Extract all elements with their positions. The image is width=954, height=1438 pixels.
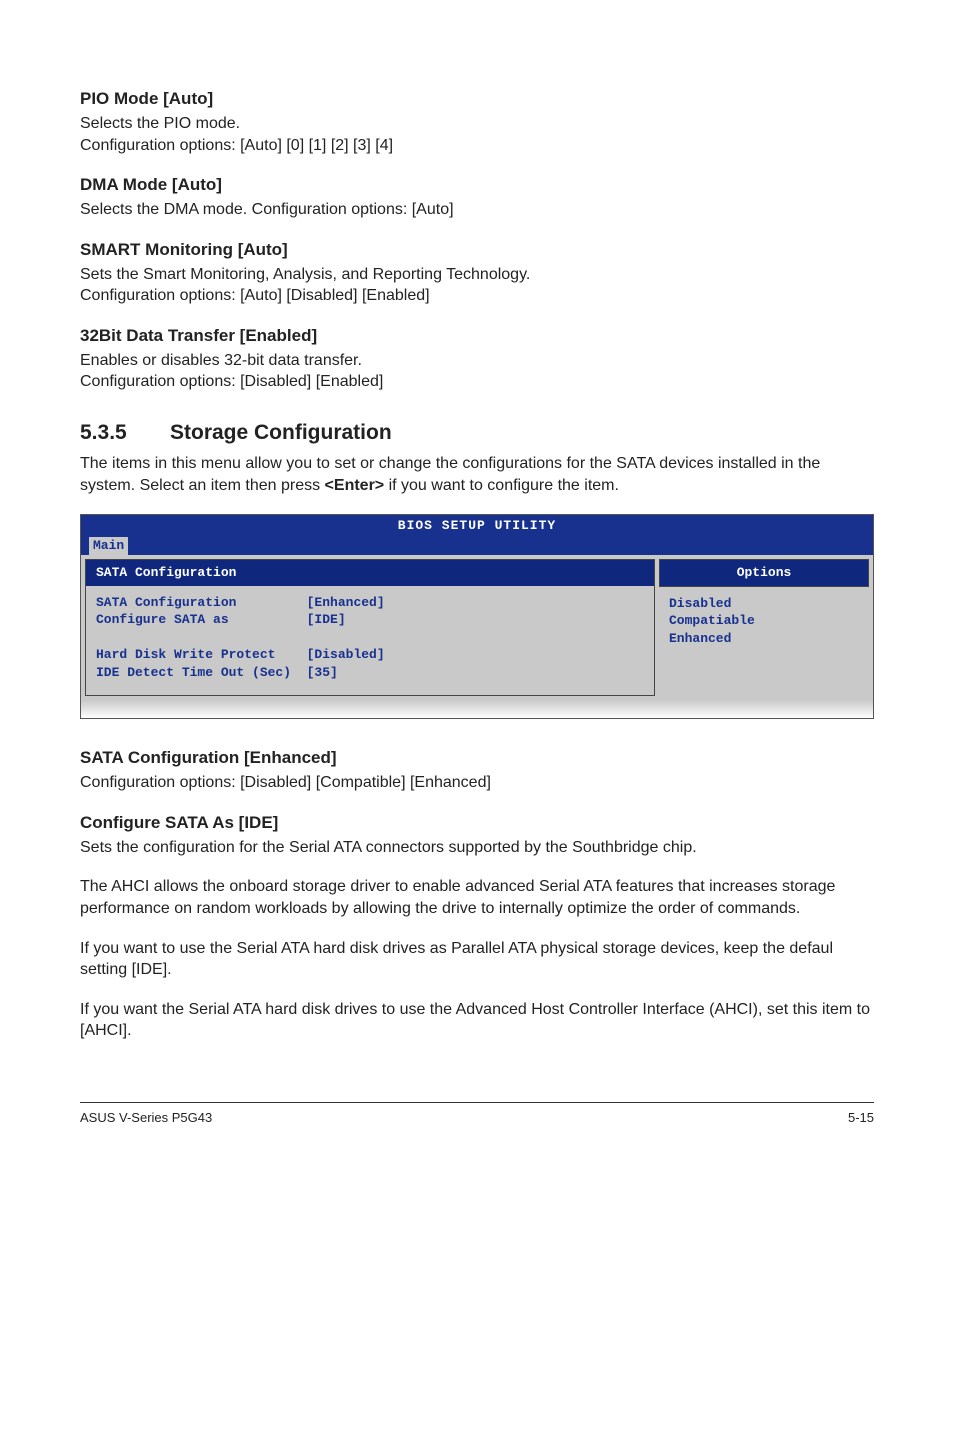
section-535-heading: 5.3.5Storage Configuration — [80, 419, 874, 447]
heading-smart-monitoring: SMART Monitoring [Auto] — [80, 239, 874, 262]
bios-left-panel: SATA Configuration SATA Configuration [E… — [85, 559, 655, 696]
bios-titlebar: BIOS SETUP UTILITY — [81, 515, 873, 537]
page-footer: ASUS V-Series P5G43 5-15 — [80, 1102, 874, 1127]
heading-dma-mode: DMA Mode [Auto] — [80, 174, 874, 197]
para-smart-monitoring: Sets the Smart Monitoring, Analysis, and… — [80, 264, 874, 307]
para-32bit-transfer: Enables or disables 32-bit data transfer… — [80, 350, 874, 393]
bios-option: Compatiable — [669, 612, 859, 630]
bios-options-header: Options — [659, 559, 869, 587]
bios-screenshot: BIOS SETUP UTILITY Main SATA Configurati… — [80, 514, 874, 719]
enter-key: <Enter> — [325, 477, 385, 494]
para-pio-mode: Selects the PIO mode. Configuration opti… — [80, 113, 874, 156]
para-sata-config: Configuration options: [Disabled] [Compa… — [80, 772, 874, 794]
bios-option: Enhanced — [669, 630, 859, 648]
bios-tab-row: Main — [81, 537, 873, 555]
section-535-para: The items in this menu allow you to set … — [80, 453, 874, 496]
bios-options-list: Disabled Compatiable Enhanced — [659, 587, 869, 662]
para-configure-sata-2: The AHCI allows the onboard storage driv… — [80, 876, 874, 919]
bios-body: SATA Configuration SATA Configuration [E… — [81, 555, 873, 700]
bios-fade — [81, 700, 873, 718]
footer-right: 5-15 — [848, 1109, 874, 1127]
bios-tab-main: Main — [89, 537, 128, 555]
heading-32bit-transfer: 32Bit Data Transfer [Enabled] — [80, 325, 874, 348]
section-title: Storage Configuration — [170, 421, 392, 444]
bios-left-content: SATA Configuration [Enhanced] Configure … — [86, 586, 654, 696]
heading-configure-sata-as: Configure SATA As [IDE] — [80, 812, 874, 835]
bios-title: BIOS SETUP UTILITY — [87, 517, 867, 535]
para-configure-sata-3: If you want to use the Serial ATA hard d… — [80, 938, 874, 981]
para-configure-sata-4: If you want the Serial ATA hard disk dri… — [80, 999, 874, 1042]
heading-sata-config: SATA Configuration [Enhanced] — [80, 747, 874, 770]
footer-left: ASUS V-Series P5G43 — [80, 1109, 212, 1127]
para-configure-sata-1: Sets the configuration for the Serial AT… — [80, 837, 874, 859]
heading-pio-mode: PIO Mode [Auto] — [80, 88, 874, 111]
bios-option: Disabled — [669, 595, 859, 613]
bios-right-panel: Options Disabled Compatiable Enhanced — [659, 559, 869, 696]
bios-left-header: SATA Configuration — [86, 560, 654, 586]
section-number: 5.3.5 — [80, 419, 170, 447]
para-dma-mode: Selects the DMA mode. Configuration opti… — [80, 199, 874, 221]
